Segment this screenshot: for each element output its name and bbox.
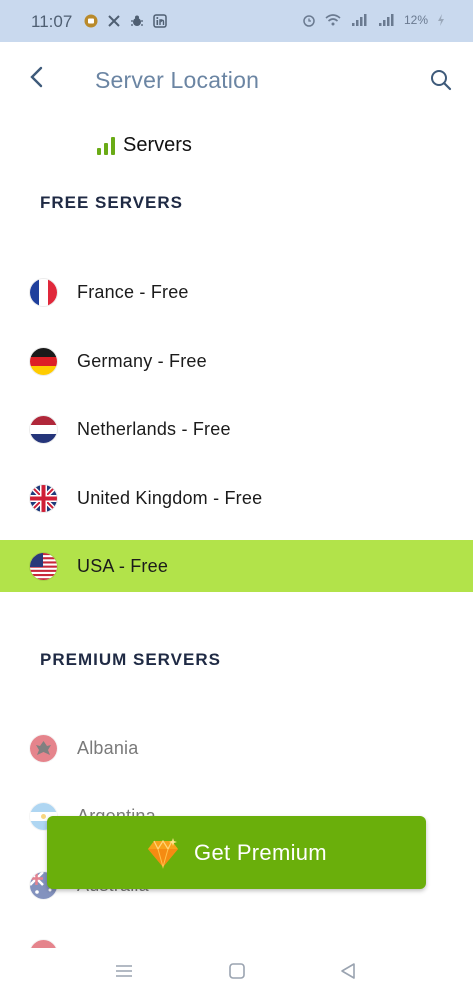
diamond-icon xyxy=(148,837,179,869)
page-title: Server Location xyxy=(95,67,260,93)
signal-icon-2 xyxy=(378,14,394,26)
notification-app-icon xyxy=(84,14,98,28)
premium-servers-heading: PREMIUM SERVERS xyxy=(40,650,221,669)
partial-flag-icon xyxy=(30,940,57,948)
usa-flag-icon xyxy=(30,552,57,580)
server-label: Netherlands - Free xyxy=(77,418,231,439)
system-nav-bar xyxy=(0,948,473,1000)
server-item-usa[interactable]: USA - Free xyxy=(0,540,473,592)
search-icon[interactable] xyxy=(429,68,453,92)
battery-percentage: 12% xyxy=(403,13,428,27)
signal-icon xyxy=(351,14,367,26)
server-item-germany[interactable]: Germany - Free xyxy=(0,335,473,387)
germany-flag-icon xyxy=(30,347,57,375)
france-flag-icon xyxy=(30,278,57,306)
status-bar: 11:07 12% xyxy=(0,0,473,42)
back-arrow-icon[interactable] xyxy=(25,62,49,92)
free-servers-heading: FREE SERVERS xyxy=(40,193,184,212)
server-label: Albania xyxy=(77,737,139,758)
server-label: USA - Free xyxy=(77,555,169,576)
server-label: United Kingdom - Free xyxy=(77,487,263,508)
netherlands-flag-icon xyxy=(30,415,57,443)
signal-bars-icon xyxy=(97,136,115,155)
server-item-united-kingdom[interactable]: United Kingdom - Free xyxy=(0,472,473,524)
linkedin-icon xyxy=(153,14,167,28)
server-label: Germany - Free xyxy=(77,350,207,371)
home-square-icon[interactable] xyxy=(228,962,246,980)
app-header: Server Location xyxy=(0,42,473,118)
alarm-icon xyxy=(303,15,315,27)
servers-label: Servers xyxy=(123,134,192,156)
back-triangle-icon[interactable] xyxy=(339,962,357,980)
x-icon xyxy=(108,15,120,27)
server-item-france[interactable]: France - Free xyxy=(0,266,473,318)
bug-icon xyxy=(131,15,143,26)
get-premium-label: Get Premium xyxy=(194,839,327,865)
wifi-icon xyxy=(325,14,341,26)
status-time: 11:07 xyxy=(31,12,73,31)
servers-header: Servers xyxy=(97,134,192,157)
uk-flag-icon xyxy=(30,484,57,512)
charging-icon xyxy=(438,14,444,26)
albania-flag-icon xyxy=(30,734,57,762)
server-item-netherlands[interactable]: Netherlands - Free xyxy=(0,403,473,455)
get-premium-button[interactable]: Get Premium xyxy=(47,816,426,889)
recents-menu-icon[interactable] xyxy=(115,962,133,980)
server-label: France - Free xyxy=(77,281,189,302)
server-item-albania[interactable]: Albania xyxy=(0,722,473,774)
server-item-partial xyxy=(0,928,473,948)
